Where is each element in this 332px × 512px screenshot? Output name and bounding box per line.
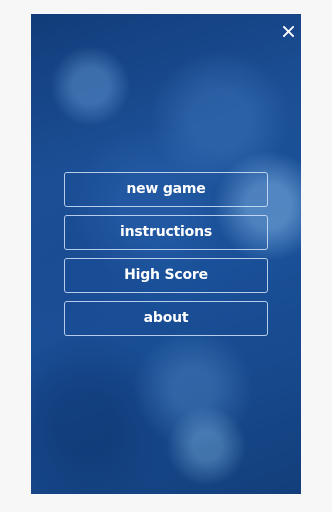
high-score-button[interactable]: High Score — [64, 258, 268, 293]
close-button[interactable] — [279, 22, 297, 40]
main-menu: new game instructions High Score about — [64, 172, 268, 344]
new-game-button[interactable]: new game — [64, 172, 268, 207]
game-panel: new game instructions High Score about — [31, 14, 301, 494]
page: new game instructions High Score about — [0, 0, 332, 512]
instructions-button[interactable]: instructions — [64, 215, 268, 250]
close-icon — [282, 25, 294, 37]
about-button[interactable]: about — [64, 301, 268, 336]
